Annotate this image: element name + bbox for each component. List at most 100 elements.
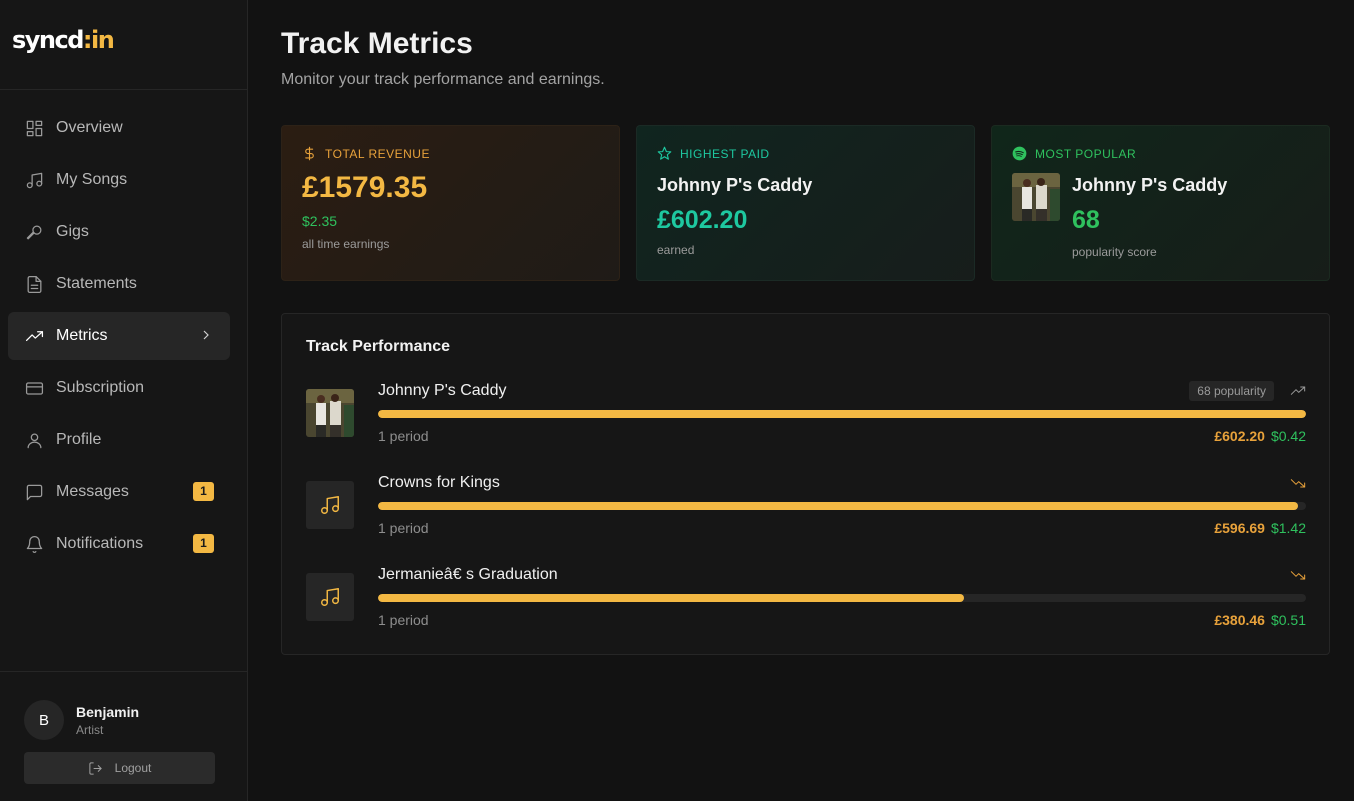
- card-label: HIGHEST PAID: [680, 146, 770, 161]
- track-period: 1 period: [378, 520, 429, 536]
- trending-down-icon: [1290, 475, 1306, 491]
- track-name: Jermanieâ€ s Graduation: [378, 566, 558, 583]
- messages-badge: 1: [193, 482, 214, 501]
- most-popular-card: MOST POPULAR Johnny P's Caddy 68 popular…: [991, 125, 1330, 281]
- track-earnings: £596.69 $1.42: [1214, 520, 1306, 536]
- card-header: MOST POPULAR: [1012, 146, 1309, 161]
- document-icon: [24, 274, 44, 294]
- notifications-badge: 1: [193, 534, 214, 553]
- avatar[interactable]: B: [24, 700, 64, 740]
- sidebar-item-label: Subscription: [56, 379, 145, 396]
- earnings-gbp: £602.20: [1214, 428, 1265, 444]
- progress-bar: [378, 502, 1306, 510]
- track-artwork: [306, 389, 354, 437]
- track-name: Crowns for Kings: [378, 474, 500, 491]
- sidebar-item-notifications[interactable]: Notifications 1: [8, 520, 230, 568]
- logout-label: Logout: [114, 761, 152, 775]
- sidebar-item-my-songs[interactable]: My Songs: [8, 156, 230, 204]
- track-period: 1 period: [378, 612, 429, 628]
- track-row[interactable]: Jermanieâ€ s Graduation 1 period £380.46…: [306, 566, 1306, 637]
- logo-main-text: syncd: [12, 26, 84, 54]
- earnings-usd: $1.42: [1270, 520, 1306, 536]
- logo-accent-text: :in: [82, 26, 115, 54]
- sidebar-item-label: Notifications: [56, 535, 144, 552]
- summary-cards: TOTAL REVENUE £1579.35 $2.35 all time ea…: [281, 125, 1330, 281]
- chevron-right-icon: [198, 327, 214, 343]
- user-role: Artist: [76, 722, 104, 737]
- total-revenue-amount: £1579.35: [302, 171, 428, 204]
- progress-fill: [378, 502, 1298, 510]
- card-label: MOST POPULAR: [1035, 146, 1137, 161]
- music-note-icon: [321, 496, 339, 514]
- progress-fill: [378, 594, 965, 602]
- earnings-usd: $0.42: [1270, 428, 1306, 444]
- sidebar-item-label: Statements: [56, 275, 137, 292]
- sidebar-item-label: Messages: [56, 483, 129, 500]
- user-name: Benjamin: [76, 703, 140, 720]
- total-revenue-usd: $2.35: [302, 213, 338, 229]
- card-note: earned: [657, 243, 695, 257]
- highest-paid-track: Johnny P's Caddy: [657, 175, 813, 195]
- sidebar-item-label: Metrics: [56, 327, 108, 344]
- track-earnings: £380.46 $0.51: [1214, 612, 1306, 628]
- track-row[interactable]: Crowns for Kings 1 period £596.69 $1.42: [306, 474, 1306, 545]
- card-label: TOTAL REVENUE: [325, 146, 430, 161]
- sidebar-item-statements[interactable]: Statements: [8, 260, 230, 308]
- progress-bar: [378, 410, 1306, 418]
- track-performance-title: Track Performance: [306, 338, 451, 355]
- credit-card-icon: [24, 378, 44, 398]
- card-note: all time earnings: [302, 237, 390, 251]
- card-header: HIGHEST PAID: [657, 146, 954, 161]
- highest-paid-amount: £602.20: [657, 206, 748, 234]
- track-performance-panel: Track Performance Johnny P's Caddy 68 po…: [281, 313, 1330, 655]
- sidebar-item-gigs[interactable]: Gigs: [8, 208, 230, 256]
- popularity-badge: 68 popularity: [1189, 381, 1274, 401]
- track-name: Johnny P's Caddy: [378, 382, 507, 399]
- page-title: Track Metrics: [281, 27, 473, 60]
- progress-bar: [378, 594, 1306, 602]
- sidebar-item-label: Gigs: [56, 223, 89, 240]
- dollar-icon: [305, 146, 314, 161]
- track-artwork: [1012, 173, 1060, 221]
- earnings-usd: $0.51: [1270, 612, 1306, 628]
- total-revenue-card: TOTAL REVENUE £1579.35 $2.35 all time ea…: [281, 125, 620, 281]
- earnings-gbp: £380.46: [1214, 612, 1265, 628]
- sidebar-item-overview[interactable]: Overview: [8, 104, 230, 152]
- track-artwork: [306, 573, 354, 621]
- track-earnings: £602.20 $0.42: [1214, 428, 1306, 444]
- logout-icon: [89, 761, 102, 775]
- progress-fill: [378, 410, 1306, 418]
- sidebar-item-messages[interactable]: Messages 1: [8, 468, 230, 516]
- sidebar-item-metrics[interactable]: Metrics: [8, 312, 230, 360]
- trending-up-icon: [24, 326, 44, 346]
- track-row[interactable]: Johnny P's Caddy 68 popularity 1 period …: [306, 381, 1306, 453]
- sidebar-item-profile[interactable]: Profile: [8, 416, 230, 464]
- sidebar-nav: Overview My Songs Gigs Statements Metric…: [0, 90, 247, 568]
- popularity-score: 68: [1072, 206, 1100, 234]
- microphone-icon: [24, 222, 44, 242]
- user-section: B Benjamin Artist Logout: [0, 671, 247, 801]
- main-content: Track Metrics Monitor your track perform…: [281, 0, 1330, 655]
- track-artwork: [306, 481, 354, 529]
- sidebar: syncd:in Overview My Songs Gigs Statemen…: [0, 0, 248, 801]
- track-period: 1 period: [378, 428, 429, 444]
- page-subtitle: Monitor your track performance and earni…: [281, 71, 605, 88]
- spotify-icon: [1012, 146, 1027, 161]
- card-header: TOTAL REVENUE: [302, 146, 599, 161]
- sidebar-item-label: My Songs: [56, 171, 128, 188]
- earnings-gbp: £596.69: [1214, 520, 1265, 536]
- user-row: B Benjamin Artist: [24, 700, 223, 740]
- sidebar-item-subscription[interactable]: Subscription: [8, 364, 230, 412]
- music-note-icon: [24, 170, 44, 190]
- sidebar-item-label: Profile: [56, 431, 102, 448]
- highest-paid-card: HIGHEST PAID Johnny P's Caddy £602.20 ea…: [636, 125, 975, 281]
- star-icon: [657, 146, 672, 160]
- logout-button[interactable]: Logout: [24, 752, 215, 784]
- music-note-icon: [321, 588, 339, 606]
- user-icon: [24, 430, 44, 450]
- card-note: popularity score: [1072, 245, 1157, 259]
- logo[interactable]: syncd:in: [0, 0, 247, 90]
- grid-icon: [24, 118, 44, 138]
- message-icon: [24, 482, 44, 502]
- most-popular-track: Johnny P's Caddy: [1072, 175, 1228, 195]
